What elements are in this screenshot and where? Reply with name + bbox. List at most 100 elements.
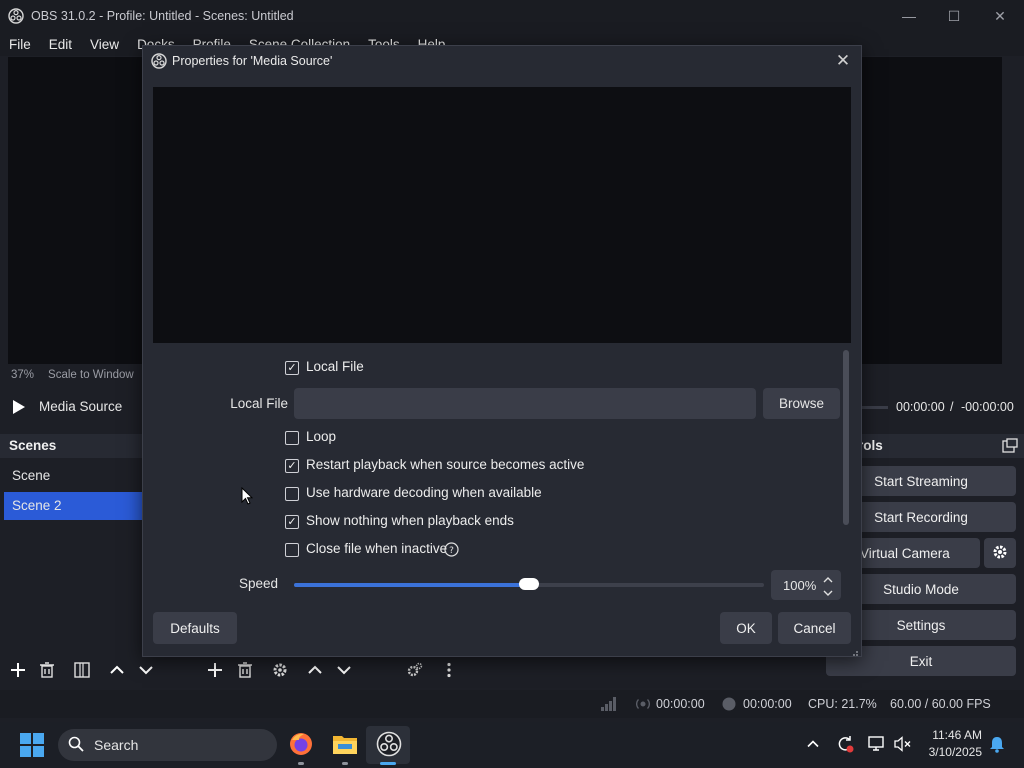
scale-mode[interactable]: Scale to Window bbox=[48, 369, 134, 381]
speed-slider-handle[interactable] bbox=[519, 578, 539, 590]
local-file-label: Local File bbox=[230, 396, 288, 411]
scene-item-selected[interactable]: Scene 2 bbox=[4, 492, 150, 520]
ok-button[interactable]: OK bbox=[720, 612, 772, 644]
properties-form: ✓ Local File Local File Browse Loop ✓ Re… bbox=[153, 345, 841, 603]
taskbar-search-box[interactable]: Search bbox=[58, 729, 277, 761]
network-icon[interactable] bbox=[867, 734, 887, 754]
media-seek-bar[interactable] bbox=[862, 406, 888, 409]
speed-spinbox[interactable]: 100% bbox=[771, 570, 841, 600]
dock-toolbar bbox=[0, 654, 822, 686]
properties-scrollbar[interactable] bbox=[843, 350, 851, 604]
more-options-icon[interactable] bbox=[436, 657, 462, 683]
local-file-input[interactable] bbox=[294, 388, 756, 419]
zoom-level[interactable]: 37% bbox=[11, 369, 34, 381]
scenes-panel: Scenes Scene Scene 2 bbox=[0, 434, 150, 686]
restart-playback-label[interactable]: Restart playback when source becomes act… bbox=[306, 457, 584, 472]
loop-label[interactable]: Loop bbox=[306, 429, 336, 444]
speed-slider[interactable] bbox=[294, 578, 764, 590]
obs-logo-icon bbox=[151, 53, 167, 72]
properties-dialog: Properties for 'Media Source' ✕ ✓ Local … bbox=[142, 45, 862, 657]
volume-muted-icon[interactable] bbox=[893, 734, 913, 754]
windows-taskbar: Search 11:46 AM 3/10/2025 bbox=[0, 722, 1024, 768]
stream-status-icon bbox=[636, 697, 650, 714]
undock-icon[interactable] bbox=[1002, 438, 1018, 457]
minimize-button[interactable]: — bbox=[886, 0, 932, 32]
svg-text:?: ? bbox=[449, 546, 454, 556]
cancel-button[interactable]: Cancel bbox=[778, 612, 851, 644]
local-file-checkbox-label[interactable]: Local File bbox=[306, 359, 364, 374]
media-time-current: 00:00:00 bbox=[896, 400, 945, 414]
record-status-icon bbox=[722, 697, 736, 714]
media-time-separator: / bbox=[950, 400, 954, 414]
obs-logo-icon bbox=[8, 8, 24, 27]
virtual-camera-settings-button[interactable] bbox=[984, 538, 1016, 568]
window-title: OBS 31.0.2 - Profile: Untitled - Scenes:… bbox=[31, 9, 294, 23]
checkmark-icon: ✓ bbox=[287, 515, 297, 528]
scene-filters-icon[interactable] bbox=[69, 657, 95, 683]
audio-advanced-settings-icon[interactable] bbox=[402, 657, 428, 683]
close-file-inactive-checkbox[interactable] bbox=[285, 543, 299, 557]
media-source-name: Media Source bbox=[39, 399, 123, 414]
fps-readout: 60.00 / 60.00 FPS bbox=[890, 697, 991, 711]
scene-item[interactable]: Scene bbox=[4, 462, 150, 490]
resize-grip-icon[interactable] bbox=[849, 645, 859, 660]
menu-file[interactable]: File bbox=[9, 37, 31, 52]
taskbar-date[interactable]: 3/10/2025 bbox=[922, 745, 982, 759]
explorer-running-indicator bbox=[342, 762, 348, 765]
hardware-decoding-label[interactable]: Use hardware decoding when available bbox=[306, 485, 542, 500]
close-file-inactive-label[interactable]: Close file when inactive bbox=[306, 541, 447, 556]
dialog-close-button[interactable]: ✕ bbox=[831, 49, 855, 73]
move-source-down-icon[interactable] bbox=[331, 657, 357, 683]
menu-edit[interactable]: Edit bbox=[49, 37, 72, 52]
speed-label: Speed bbox=[238, 576, 278, 591]
windows-start-icon[interactable] bbox=[20, 733, 44, 760]
speed-value: 100% bbox=[783, 577, 817, 593]
record-time: 00:00:00 bbox=[743, 697, 792, 711]
dialog-title-bar: Properties for 'Media Source' ✕ bbox=[143, 46, 861, 76]
help-icon[interactable]: ? bbox=[444, 542, 459, 560]
restart-playback-checkbox[interactable]: ✓ bbox=[285, 459, 299, 473]
remove-scene-icon[interactable] bbox=[34, 657, 60, 683]
obs-active-indicator bbox=[380, 762, 396, 765]
browse-button[interactable]: Browse bbox=[763, 388, 840, 419]
search-placeholder: Search bbox=[94, 737, 139, 753]
media-time-remaining: -00:00:00 bbox=[961, 400, 1014, 414]
firefox-icon[interactable] bbox=[288, 731, 314, 760]
close-window-button[interactable]: ✕ bbox=[977, 0, 1023, 32]
chevron-up-icon[interactable] bbox=[803, 734, 823, 754]
add-source-icon[interactable] bbox=[202, 657, 228, 683]
add-scene-icon[interactable] bbox=[5, 657, 31, 683]
hardware-decoding-checkbox[interactable] bbox=[285, 487, 299, 501]
cpu-usage: CPU: 21.7% bbox=[808, 697, 877, 711]
taskbar-time[interactable]: 11:46 AM bbox=[926, 728, 982, 742]
menu-view[interactable]: View bbox=[90, 37, 119, 52]
defaults-button[interactable]: Defaults bbox=[153, 612, 237, 644]
file-explorer-icon[interactable] bbox=[332, 732, 358, 759]
checkmark-icon: ✓ bbox=[287, 459, 297, 472]
scrollbar-thumb[interactable] bbox=[843, 350, 849, 525]
spin-down-icon[interactable] bbox=[823, 586, 833, 601]
move-source-up-icon[interactable] bbox=[302, 657, 328, 683]
dialog-title: Properties for 'Media Source' bbox=[172, 54, 333, 68]
remove-source-icon[interactable] bbox=[232, 657, 258, 683]
move-scene-up-icon[interactable] bbox=[104, 657, 130, 683]
sync-alert-icon[interactable] bbox=[835, 734, 855, 754]
scenes-header: Scenes bbox=[0, 434, 150, 458]
notification-bell-icon[interactable] bbox=[987, 734, 1007, 754]
source-properties-icon[interactable] bbox=[267, 657, 293, 683]
speed-slider-fill bbox=[294, 583, 529, 587]
move-scene-down-icon[interactable] bbox=[133, 657, 159, 683]
search-icon bbox=[68, 736, 84, 755]
local-file-checkbox[interactable]: ✓ bbox=[285, 361, 299, 375]
source-preview bbox=[153, 87, 851, 343]
network-signal-icon bbox=[601, 697, 617, 714]
maximize-button[interactable]: ☐ bbox=[931, 0, 977, 32]
play-icon[interactable] bbox=[12, 399, 26, 418]
obs-taskbar-icon bbox=[376, 731, 402, 760]
show-nothing-checkbox[interactable]: ✓ bbox=[285, 515, 299, 529]
status-bar: 00:00:00 00:00:00 CPU: 21.7% 60.00 / 60.… bbox=[0, 690, 1024, 718]
show-nothing-label[interactable]: Show nothing when playback ends bbox=[306, 513, 514, 528]
loop-checkbox[interactable] bbox=[285, 431, 299, 445]
gear-icon bbox=[991, 543, 1009, 564]
stream-time: 00:00:00 bbox=[656, 697, 705, 711]
